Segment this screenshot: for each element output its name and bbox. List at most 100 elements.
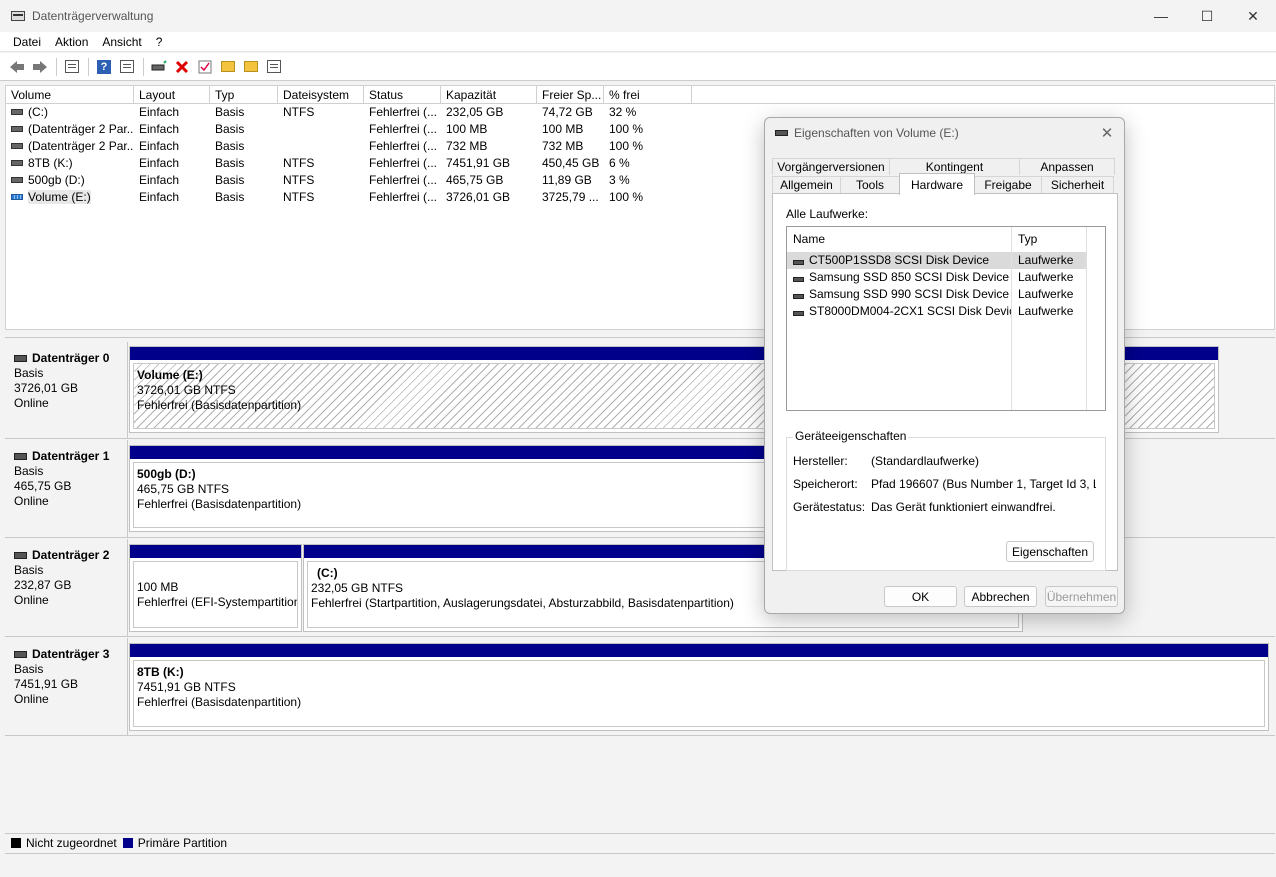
menu-help[interactable]: ? [149, 32, 170, 52]
folder-search-icon[interactable] [240, 56, 262, 78]
list-item[interactable]: Samsung SSD 990 SCSI Disk Device Laufwer… [787, 286, 1105, 303]
connect-drive-icon[interactable] [148, 56, 170, 78]
ok-button[interactable]: OK [884, 586, 957, 607]
apply-button[interactable]: Übernehmen [1045, 586, 1118, 607]
cancel-button[interactable]: Abbrechen [964, 586, 1037, 607]
help-icon[interactable]: ? [93, 56, 115, 78]
cell-status: Fehlerfrei (... [369, 122, 438, 136]
cell-layout: Einfach [139, 139, 180, 153]
partition-bar [130, 545, 301, 558]
drive-name-cell: ST8000DM004-2CX1 SCSI Disk Device [787, 303, 1012, 320]
cell-dateisystem [278, 138, 364, 155]
volume-list-header: Volume Layout Typ Dateisystem Status Kap… [6, 86, 1274, 104]
view-list-icon[interactable] [263, 56, 285, 78]
column-header-freier-speicher[interactable]: Freier Sp... [537, 86, 604, 104]
window-controls: — ☐ ✕ [1138, 0, 1276, 32]
disk-label[interactable]: Datenträger 1 Basis 465,75 GB Online [5, 440, 128, 537]
tab-vorgaengerversionen[interactable]: Vorgängerversionen [772, 158, 890, 175]
legend: Nicht zugeordnet Primäre Partition [5, 833, 1275, 851]
device-properties-button[interactable]: Eigenschaften [1006, 541, 1094, 562]
manufacturer-row: Hersteller: (Standardlaufwerke) [793, 454, 1096, 468]
disk-label[interactable]: Datenträger 0 Basis 3726,01 GB Online [5, 342, 128, 438]
maximize-button[interactable]: ☐ [1184, 0, 1230, 32]
partition-body: 100 MB Fehlerfrei (EFI-Systempartition [133, 561, 298, 628]
column-header-kapazitaet[interactable]: Kapazität [441, 86, 537, 104]
disk-management-app-icon [10, 8, 26, 24]
column-header-prozent-frei[interactable]: % frei [604, 86, 692, 104]
column-header-name[interactable]: Name [787, 227, 1012, 252]
device-status-value: Das Gerät funktioniert einwandfrei. [871, 500, 1056, 514]
checklist-icon[interactable] [194, 56, 216, 78]
device-status-label: Gerätestatus: [793, 500, 866, 514]
cell-volume: 500gb (D:) [6, 172, 134, 189]
menu-ansicht[interactable]: Ansicht [95, 32, 148, 52]
tab-sicherheit[interactable]: Sicherheit [1041, 176, 1114, 193]
cell-typ: Basis [215, 122, 245, 136]
cell-typ: Basis [215, 139, 245, 153]
menu-aktion[interactable]: Aktion [48, 32, 95, 52]
drive-name: Samsung SSD 990 SCSI Disk Device [809, 287, 1010, 301]
disk-row: Datenträger 3 Basis 7451,91 GB Online 8T… [5, 638, 1275, 736]
cell-status: Fehlerfrei (... [369, 105, 438, 119]
cell-prozent-frei: 6 % [609, 156, 630, 170]
delete-icon[interactable] [171, 56, 193, 78]
column-header-status[interactable]: Status [364, 86, 441, 104]
disk-label[interactable]: Datenträger 3 Basis 7451,91 GB Online [5, 638, 128, 735]
partition-size: 7451,91 GB NTFS [137, 680, 236, 694]
location-label: Speicherort: [793, 477, 858, 491]
tab-anpassen[interactable]: Anpassen [1019, 158, 1115, 175]
drive-icon [775, 130, 788, 136]
tab-freigabe[interactable]: Freigabe [974, 176, 1042, 193]
properties-dialog: Eigenschaften von Volume (E:) ✕ Vorgänge… [764, 117, 1125, 614]
partition-efi[interactable]: 100 MB Fehlerfrei (EFI-Systempartition [129, 544, 302, 632]
tab-hardware[interactable]: Hardware [899, 173, 975, 195]
cell-freier-speicher: 100 MB [542, 122, 584, 136]
drive-name-cell: Samsung SSD 990 SCSI Disk Device [787, 286, 1012, 303]
column-header-typ[interactable]: Typ [1012, 227, 1087, 252]
column-header-volume[interactable]: Volume [6, 86, 134, 104]
cell-prozent-frei: 3 % [609, 173, 630, 187]
cell-dateisystem: NTFS [283, 156, 315, 170]
cell-text: (Datenträger 2 Par... [28, 122, 134, 136]
window-title: Datenträgerverwaltung [32, 9, 154, 23]
dialog-title: Eigenschaften von Volume (E:) [794, 126, 959, 140]
disk-icon [14, 453, 27, 460]
volume-icon [11, 159, 23, 166]
column-header-dateisystem[interactable]: Dateisystem [278, 86, 364, 104]
close-button[interactable]: ✕ [1230, 0, 1276, 32]
drive-name-cell: Samsung SSD 850 SCSI Disk Device [787, 269, 1012, 286]
cell-text: Volume (E:) [28, 190, 91, 204]
drive-name: CT500P1SSD8 SCSI Disk Device [809, 253, 990, 267]
column-header-layout[interactable]: Layout [134, 86, 210, 104]
partition-name: 8TB (K:) [137, 665, 184, 679]
partition-8tb-k[interactable]: 8TB (K:) 7451,91 GB NTFS Fehlerfrei (Bas… [129, 643, 1269, 731]
partition-bar [130, 644, 1268, 657]
column-header-typ[interactable]: Typ [210, 86, 278, 104]
location-row: Speicherort: Pfad 196607 (Bus Number 1, … [793, 477, 1096, 491]
cell-status: Fehlerfrei (... [369, 156, 438, 170]
dialog-close-icon[interactable]: ✕ [1098, 124, 1116, 142]
list-item[interactable]: CT500P1SSD8 SCSI Disk Device Laufwerke [787, 252, 1105, 269]
forward-arrow-icon[interactable] [29, 56, 51, 78]
tab-allgemein[interactable]: Allgemein [772, 176, 841, 193]
partition-size: 100 MB [137, 580, 179, 594]
disk-label[interactable]: Datenträger 2 Basis 232,87 GB Online [5, 539, 128, 636]
folder-up-icon[interactable] [217, 56, 239, 78]
cell-layout: Einfach [139, 105, 180, 119]
cell-layout: Einfach [139, 190, 180, 204]
list-item[interactable]: ST8000DM004-2CX1 SCSI Disk Device Laufwe… [787, 303, 1105, 320]
console-tree-icon[interactable] [61, 56, 83, 78]
properties-icon[interactable] [116, 56, 138, 78]
cell-status: Fehlerfrei (... [369, 190, 438, 204]
list-item[interactable]: Samsung SSD 850 SCSI Disk Device Laufwer… [787, 269, 1105, 286]
disk-name: Datenträger 3 [32, 647, 110, 661]
tab-tools[interactable]: Tools [840, 176, 900, 193]
cell-typ: Basis [215, 105, 245, 119]
disk-name: Datenträger 2 [32, 548, 110, 562]
back-arrow-icon[interactable] [6, 56, 28, 78]
device-properties-title: Geräteeigenschaften [793, 429, 909, 443]
cell-dateisystem: NTFS [283, 105, 315, 119]
cell-text: 8TB (K:) [28, 156, 73, 170]
minimize-button[interactable]: — [1138, 0, 1184, 32]
menu-datei[interactable]: Datei [6, 32, 48, 52]
